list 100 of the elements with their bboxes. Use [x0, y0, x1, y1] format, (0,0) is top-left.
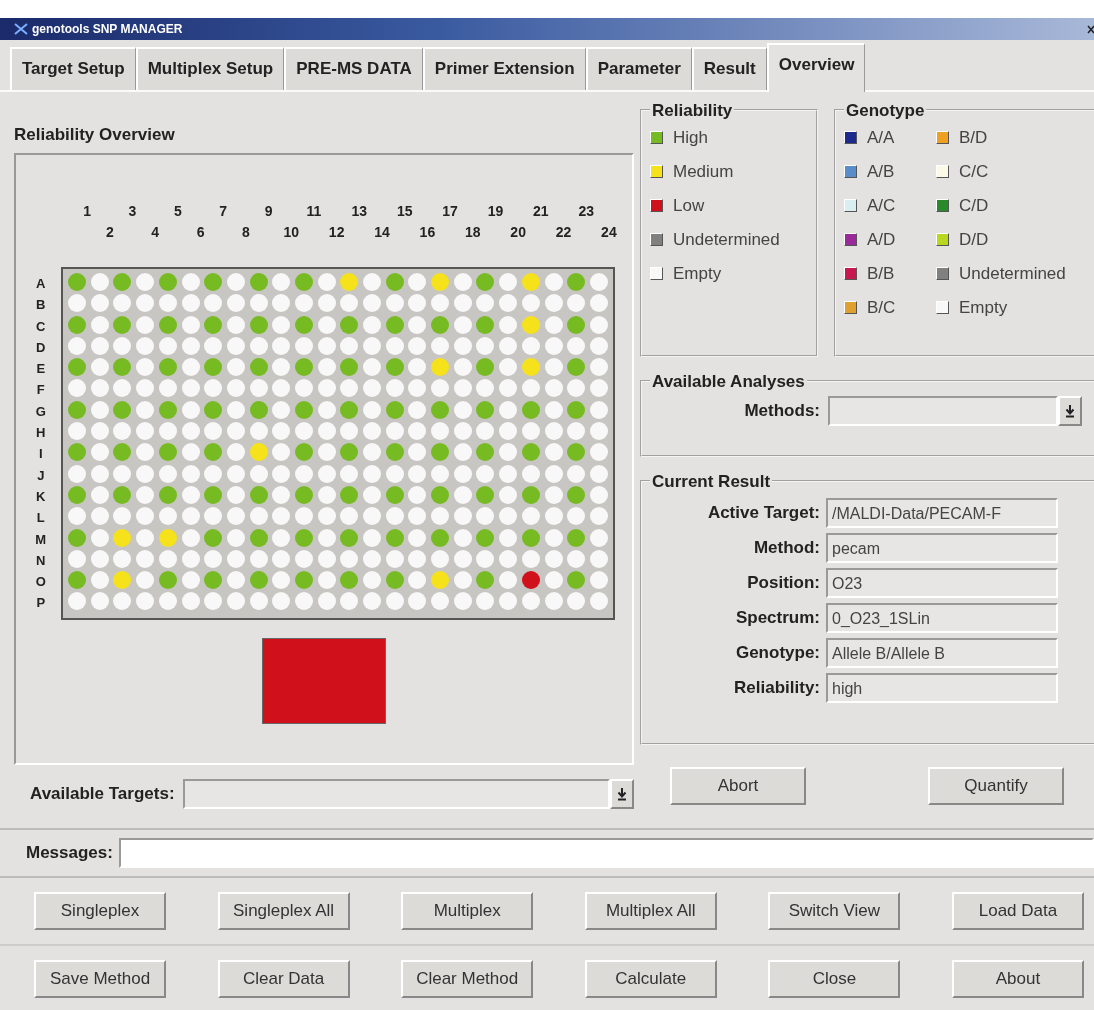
well[interactable]: [317, 315, 336, 334]
well[interactable]: [521, 422, 540, 441]
command-button[interactable]: Close: [768, 959, 901, 998]
well[interactable]: [136, 571, 155, 590]
well[interactable]: [476, 358, 495, 377]
well[interactable]: [567, 379, 586, 398]
well[interactable]: [589, 379, 608, 398]
well[interactable]: [204, 273, 223, 291]
well[interactable]: [521, 549, 540, 568]
well[interactable]: [567, 400, 586, 419]
well[interactable]: [589, 358, 608, 377]
well[interactable]: [90, 379, 109, 398]
well[interactable]: [204, 336, 223, 355]
well[interactable]: [204, 528, 223, 547]
well[interactable]: [589, 294, 608, 313]
well[interactable]: [249, 549, 268, 568]
value-field[interactable]: 0_O23_1SLin: [826, 603, 1058, 633]
well[interactable]: [499, 571, 518, 590]
well[interactable]: [408, 336, 427, 355]
well[interactable]: [113, 273, 132, 291]
methods-dropdown[interactable]: [828, 395, 1082, 426]
well[interactable]: [68, 294, 87, 313]
well[interactable]: [68, 485, 87, 504]
well[interactable]: [68, 400, 87, 419]
well[interactable]: [181, 336, 200, 355]
well[interactable]: [181, 400, 200, 419]
command-button[interactable]: Switch View: [768, 891, 901, 930]
well[interactable]: [272, 485, 291, 504]
well[interactable]: [499, 315, 518, 334]
well[interactable]: [294, 549, 313, 568]
well[interactable]: [317, 422, 336, 441]
well[interactable]: [158, 464, 177, 483]
tab[interactable]: Parameter: [585, 47, 692, 90]
well[interactable]: [453, 273, 472, 291]
well[interactable]: [294, 400, 313, 419]
well[interactable]: [476, 592, 495, 611]
well[interactable]: [408, 549, 427, 568]
well[interactable]: [385, 336, 404, 355]
well[interactable]: [90, 336, 109, 355]
well[interactable]: [136, 336, 155, 355]
well[interactable]: [431, 592, 450, 611]
well[interactable]: [431, 315, 450, 334]
well[interactable]: [589, 315, 608, 334]
well[interactable]: [181, 422, 200, 441]
well[interactable]: [340, 336, 359, 355]
well[interactable]: [567, 315, 586, 334]
well[interactable]: [385, 592, 404, 611]
well[interactable]: [158, 422, 177, 441]
well[interactable]: [340, 315, 359, 334]
well[interactable]: [453, 315, 472, 334]
well[interactable]: [204, 549, 223, 568]
well[interactable]: [136, 294, 155, 313]
well[interactable]: [340, 358, 359, 377]
well[interactable]: [158, 358, 177, 377]
well[interactable]: [249, 273, 268, 291]
well[interactable]: [544, 507, 563, 526]
well[interactable]: [363, 273, 382, 291]
well[interactable]: [363, 400, 382, 419]
well[interactable]: [90, 571, 109, 590]
well[interactable]: [68, 336, 87, 355]
well[interactable]: [294, 443, 313, 462]
well[interactable]: [408, 358, 427, 377]
well[interactable]: [544, 336, 563, 355]
well[interactable]: [363, 571, 382, 590]
well[interactable]: [272, 571, 291, 590]
well[interactable]: [544, 315, 563, 334]
well[interactable]: [476, 443, 495, 462]
well[interactable]: [249, 379, 268, 398]
well[interactable]: [249, 422, 268, 441]
well[interactable]: [385, 358, 404, 377]
well[interactable]: [499, 464, 518, 483]
well[interactable]: [158, 294, 177, 313]
well[interactable]: [294, 273, 313, 291]
well[interactable]: [567, 592, 586, 611]
well[interactable]: [363, 379, 382, 398]
well[interactable]: [294, 422, 313, 441]
well[interactable]: [589, 528, 608, 547]
value-field[interactable]: /MALDI-Data/PECAM-F: [826, 498, 1058, 528]
well[interactable]: [158, 443, 177, 462]
tab[interactable]: Multiplex Setup: [135, 47, 285, 90]
well[interactable]: [544, 400, 563, 419]
well[interactable]: [589, 571, 608, 590]
well[interactable]: [90, 592, 109, 611]
well[interactable]: [431, 507, 450, 526]
tab[interactable]: Result: [691, 47, 767, 90]
well[interactable]: [544, 273, 563, 291]
well[interactable]: [68, 528, 87, 547]
well[interactable]: [476, 528, 495, 547]
well[interactable]: [68, 549, 87, 568]
command-button[interactable]: Save Method: [34, 959, 166, 998]
well[interactable]: [453, 294, 472, 313]
well[interactable]: [68, 464, 87, 483]
well[interactable]: [499, 273, 518, 291]
well[interactable]: [521, 464, 540, 483]
well[interactable]: [317, 507, 336, 526]
well[interactable]: [385, 273, 404, 291]
well[interactable]: [68, 315, 87, 334]
command-button[interactable]: Multiplex: [401, 891, 534, 930]
well[interactable]: [113, 464, 132, 483]
well[interactable]: [294, 571, 313, 590]
